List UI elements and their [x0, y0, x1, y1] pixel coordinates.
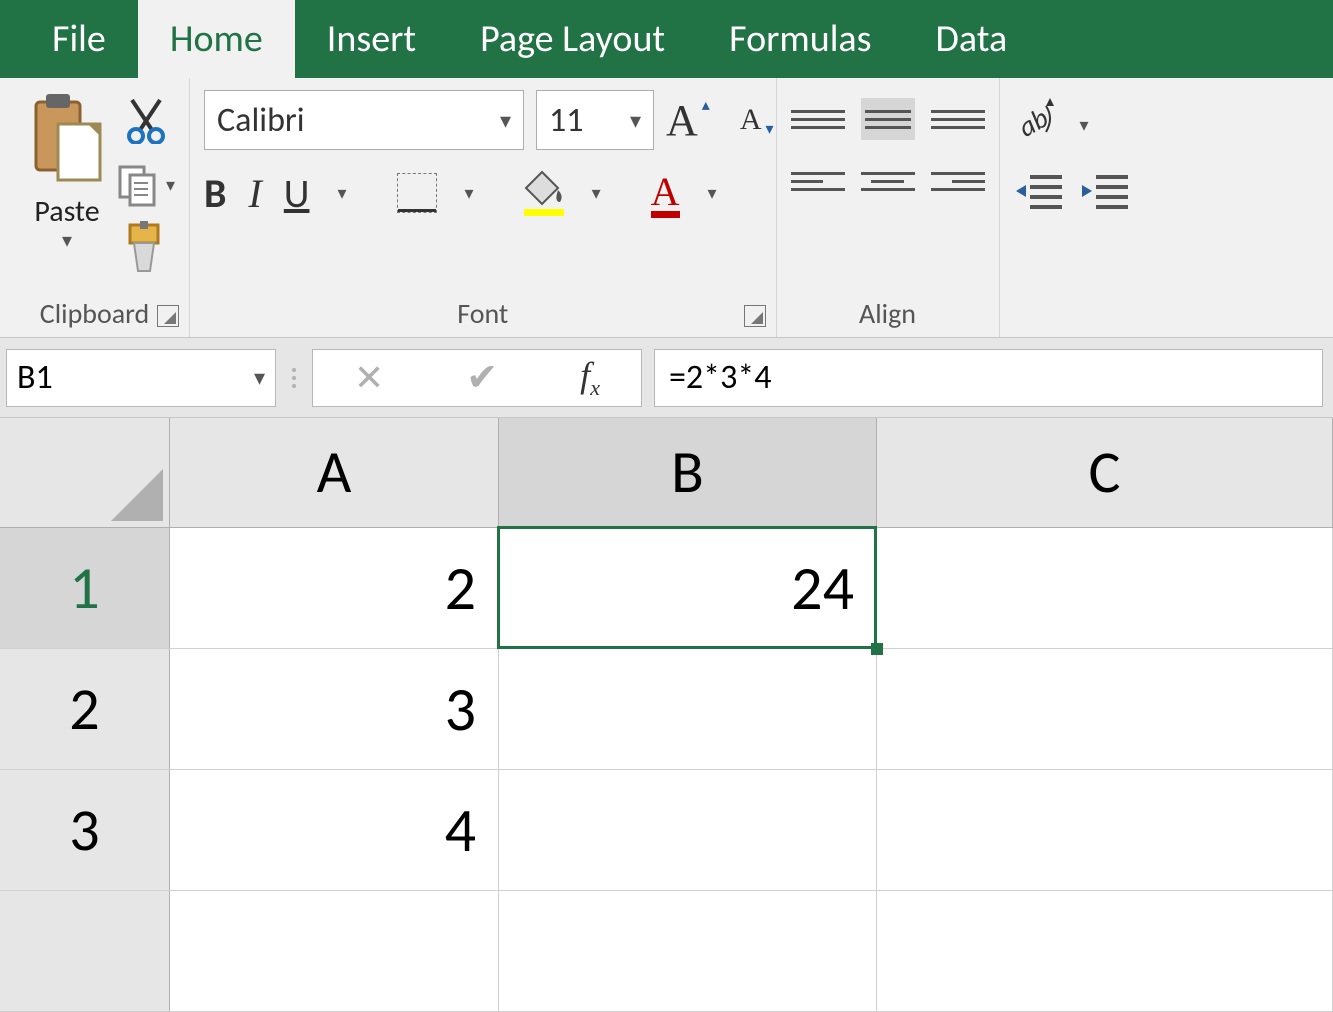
select-all-corner[interactable]: [0, 418, 170, 527]
name-box[interactable]: B1 ▾: [6, 349, 276, 407]
fill-color-dropdown-icon[interactable]: ▾: [592, 182, 601, 204]
cell-A4[interactable]: [170, 891, 499, 1011]
cell-C3[interactable]: [877, 770, 1333, 890]
group-label-alignment: Align: [777, 296, 999, 331]
clipboard-dialog-launcher-icon[interactable]: [157, 305, 179, 327]
formula-bar-row: B1 ▾ ✕ ✔ fx =2*3*4: [0, 338, 1333, 418]
cut-icon[interactable]: [122, 96, 170, 149]
increase-font-size-icon[interactable]: A: [666, 95, 698, 146]
orientation-icon[interactable]: ab: [1014, 98, 1058, 151]
tab-data[interactable]: Data: [903, 0, 1039, 78]
name-box-value: B1: [17, 357, 53, 398]
cell-B2[interactable]: [499, 649, 877, 769]
font-size-dropdown-icon[interactable]: ▾: [630, 107, 641, 134]
paste-label: Paste: [34, 193, 99, 230]
copy-dropdown-icon[interactable]: ▾: [166, 174, 175, 196]
align-center-icon[interactable]: [861, 160, 915, 202]
fill-handle[interactable]: [871, 643, 883, 655]
row-header-3[interactable]: 3: [0, 770, 170, 890]
tab-home[interactable]: Home: [138, 0, 295, 78]
paste-dropdown-icon[interactable]: ▾: [62, 228, 72, 253]
copy-icon[interactable]: ▾: [116, 163, 175, 207]
cell-B1[interactable]: 24: [499, 528, 877, 648]
borders-dropdown-icon[interactable]: ▾: [465, 182, 474, 204]
cancel-formula-icon[interactable]: ✕: [354, 356, 384, 400]
cell-C1[interactable]: [877, 528, 1333, 648]
underline-button[interactable]: U: [284, 169, 310, 218]
group-label-font: Font: [190, 296, 775, 331]
font-color-dropdown-icon[interactable]: ▾: [708, 182, 717, 204]
ribbon: Paste ▾ ▾: [0, 78, 1333, 338]
enter-formula-icon[interactable]: ✔: [466, 355, 498, 401]
font-size-value: 11: [549, 100, 583, 141]
align-middle-icon[interactable]: [861, 98, 915, 140]
align-top-icon[interactable]: [791, 98, 845, 140]
cell-A1[interactable]: 2: [170, 528, 499, 648]
column-header-A[interactable]: A: [170, 418, 499, 527]
align-left-icon[interactable]: [791, 160, 845, 202]
orientation-dropdown-icon[interactable]: ▾: [1080, 114, 1089, 136]
insert-function-icon[interactable]: fx: [580, 354, 600, 401]
paste-icon[interactable]: [30, 94, 104, 191]
tab-file[interactable]: File: [20, 0, 138, 78]
cell-C4[interactable]: [877, 891, 1333, 1011]
formula-bar[interactable]: =2*3*4: [654, 349, 1323, 407]
italic-button[interactable]: I: [248, 170, 261, 217]
font-size-combo[interactable]: 11 ▾: [536, 90, 654, 150]
tab-page-layout[interactable]: Page Layout: [448, 0, 697, 78]
cell-A2[interactable]: 3: [170, 649, 499, 769]
underline-dropdown-icon[interactable]: ▾: [337, 182, 346, 204]
font-name-dropdown-icon[interactable]: ▾: [500, 107, 511, 134]
font-dialog-launcher-icon[interactable]: [744, 305, 766, 327]
decrease-font-size-icon[interactable]: A: [740, 103, 762, 137]
format-painter-icon[interactable]: [122, 221, 170, 282]
svg-text:ab: ab: [1014, 100, 1054, 142]
cell-B4[interactable]: [499, 891, 877, 1011]
increase-indent-icon[interactable]: [1080, 171, 1130, 216]
cell-C2[interactable]: [877, 649, 1333, 769]
worksheet: A B C 1 2 24 2 3 3 4: [0, 418, 1333, 1012]
borders-icon[interactable]: [397, 173, 437, 213]
row-header-4[interactable]: [0, 891, 170, 1011]
font-name-combo[interactable]: Calibri ▾: [204, 90, 524, 150]
formula-bar-grip: [288, 368, 300, 388]
align-bottom-icon[interactable]: [931, 98, 985, 140]
column-header-C[interactable]: C: [877, 418, 1333, 527]
font-color-icon[interactable]: A: [651, 168, 680, 218]
align-right-icon[interactable]: [931, 160, 985, 202]
formula-bar-value: =2*3*4: [669, 357, 772, 398]
row-header-1[interactable]: 1: [0, 528, 170, 648]
cell-B3[interactable]: [499, 770, 877, 890]
name-box-dropdown-icon[interactable]: ▾: [254, 364, 265, 391]
row-header-2[interactable]: 2: [0, 649, 170, 769]
decrease-indent-icon[interactable]: [1014, 171, 1064, 216]
tab-formulas[interactable]: Formulas: [697, 0, 903, 78]
font-name-value: Calibri: [217, 100, 305, 141]
cell-A3[interactable]: 4: [170, 770, 499, 890]
tab-insert[interactable]: Insert: [295, 0, 448, 78]
ribbon-tabs: File Home Insert Page Layout Formulas Da…: [0, 0, 1333, 78]
fill-color-icon[interactable]: [524, 170, 564, 216]
column-header-B[interactable]: B: [499, 418, 877, 527]
bold-button[interactable]: B: [204, 169, 226, 218]
